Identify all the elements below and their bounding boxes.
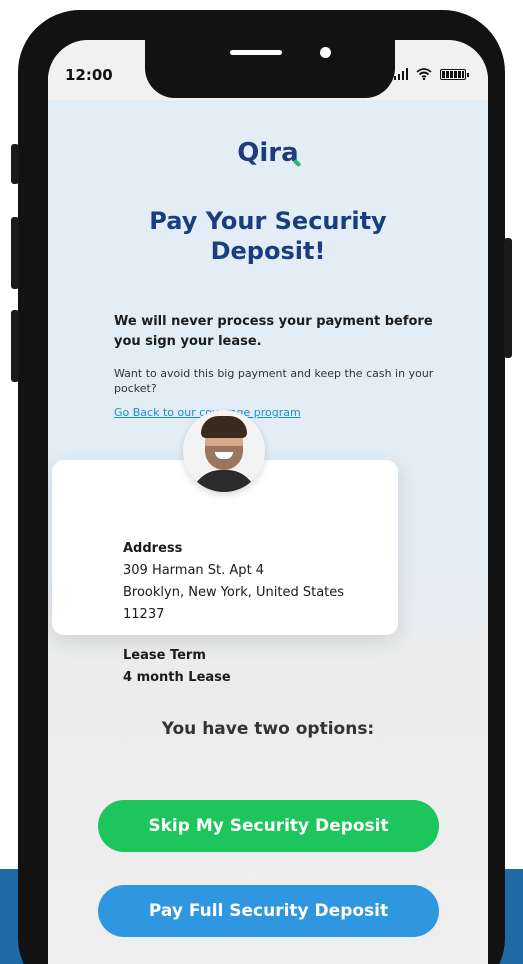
- qira-logo: Qira: [237, 138, 299, 168]
- skip-deposit-button[interactable]: Skip My Security Deposit: [98, 800, 439, 852]
- page-title: Pay Your Security Deposit!: [149, 207, 387, 265]
- options-heading: You have two options:: [161, 719, 375, 739]
- volume-down-button: [11, 310, 19, 382]
- battery-icon: [440, 68, 469, 80]
- phone-notch: [145, 40, 395, 98]
- mute-switch: [11, 144, 19, 184]
- signal-icon: [394, 68, 408, 80]
- status-time: 12:00: [65, 66, 113, 84]
- address-label: Address: [123, 541, 183, 556]
- power-button: [504, 238, 512, 358]
- wifi-icon: [416, 68, 432, 80]
- pay-full-deposit-button[interactable]: Pay Full Security Deposit: [98, 885, 439, 937]
- lease-term-value: 4 month Lease: [123, 670, 231, 685]
- volume-up-button: [11, 217, 19, 289]
- lease-term-label: Lease Term: [123, 648, 206, 663]
- payment-notice: We will never process your payment befor…: [114, 314, 433, 349]
- tenant-avatar: [183, 410, 265, 492]
- avoid-payment-text: Want to avoid this big payment and keep …: [114, 367, 434, 395]
- status-icons: [394, 68, 469, 80]
- front-camera: [320, 47, 331, 58]
- address-line-2: Brooklyn, New York, United States: [123, 585, 345, 600]
- speaker-grille: [230, 50, 282, 55]
- address-zip: 11237: [123, 607, 165, 622]
- address-line-1: 309 Harman St. Apt 4: [123, 563, 265, 578]
